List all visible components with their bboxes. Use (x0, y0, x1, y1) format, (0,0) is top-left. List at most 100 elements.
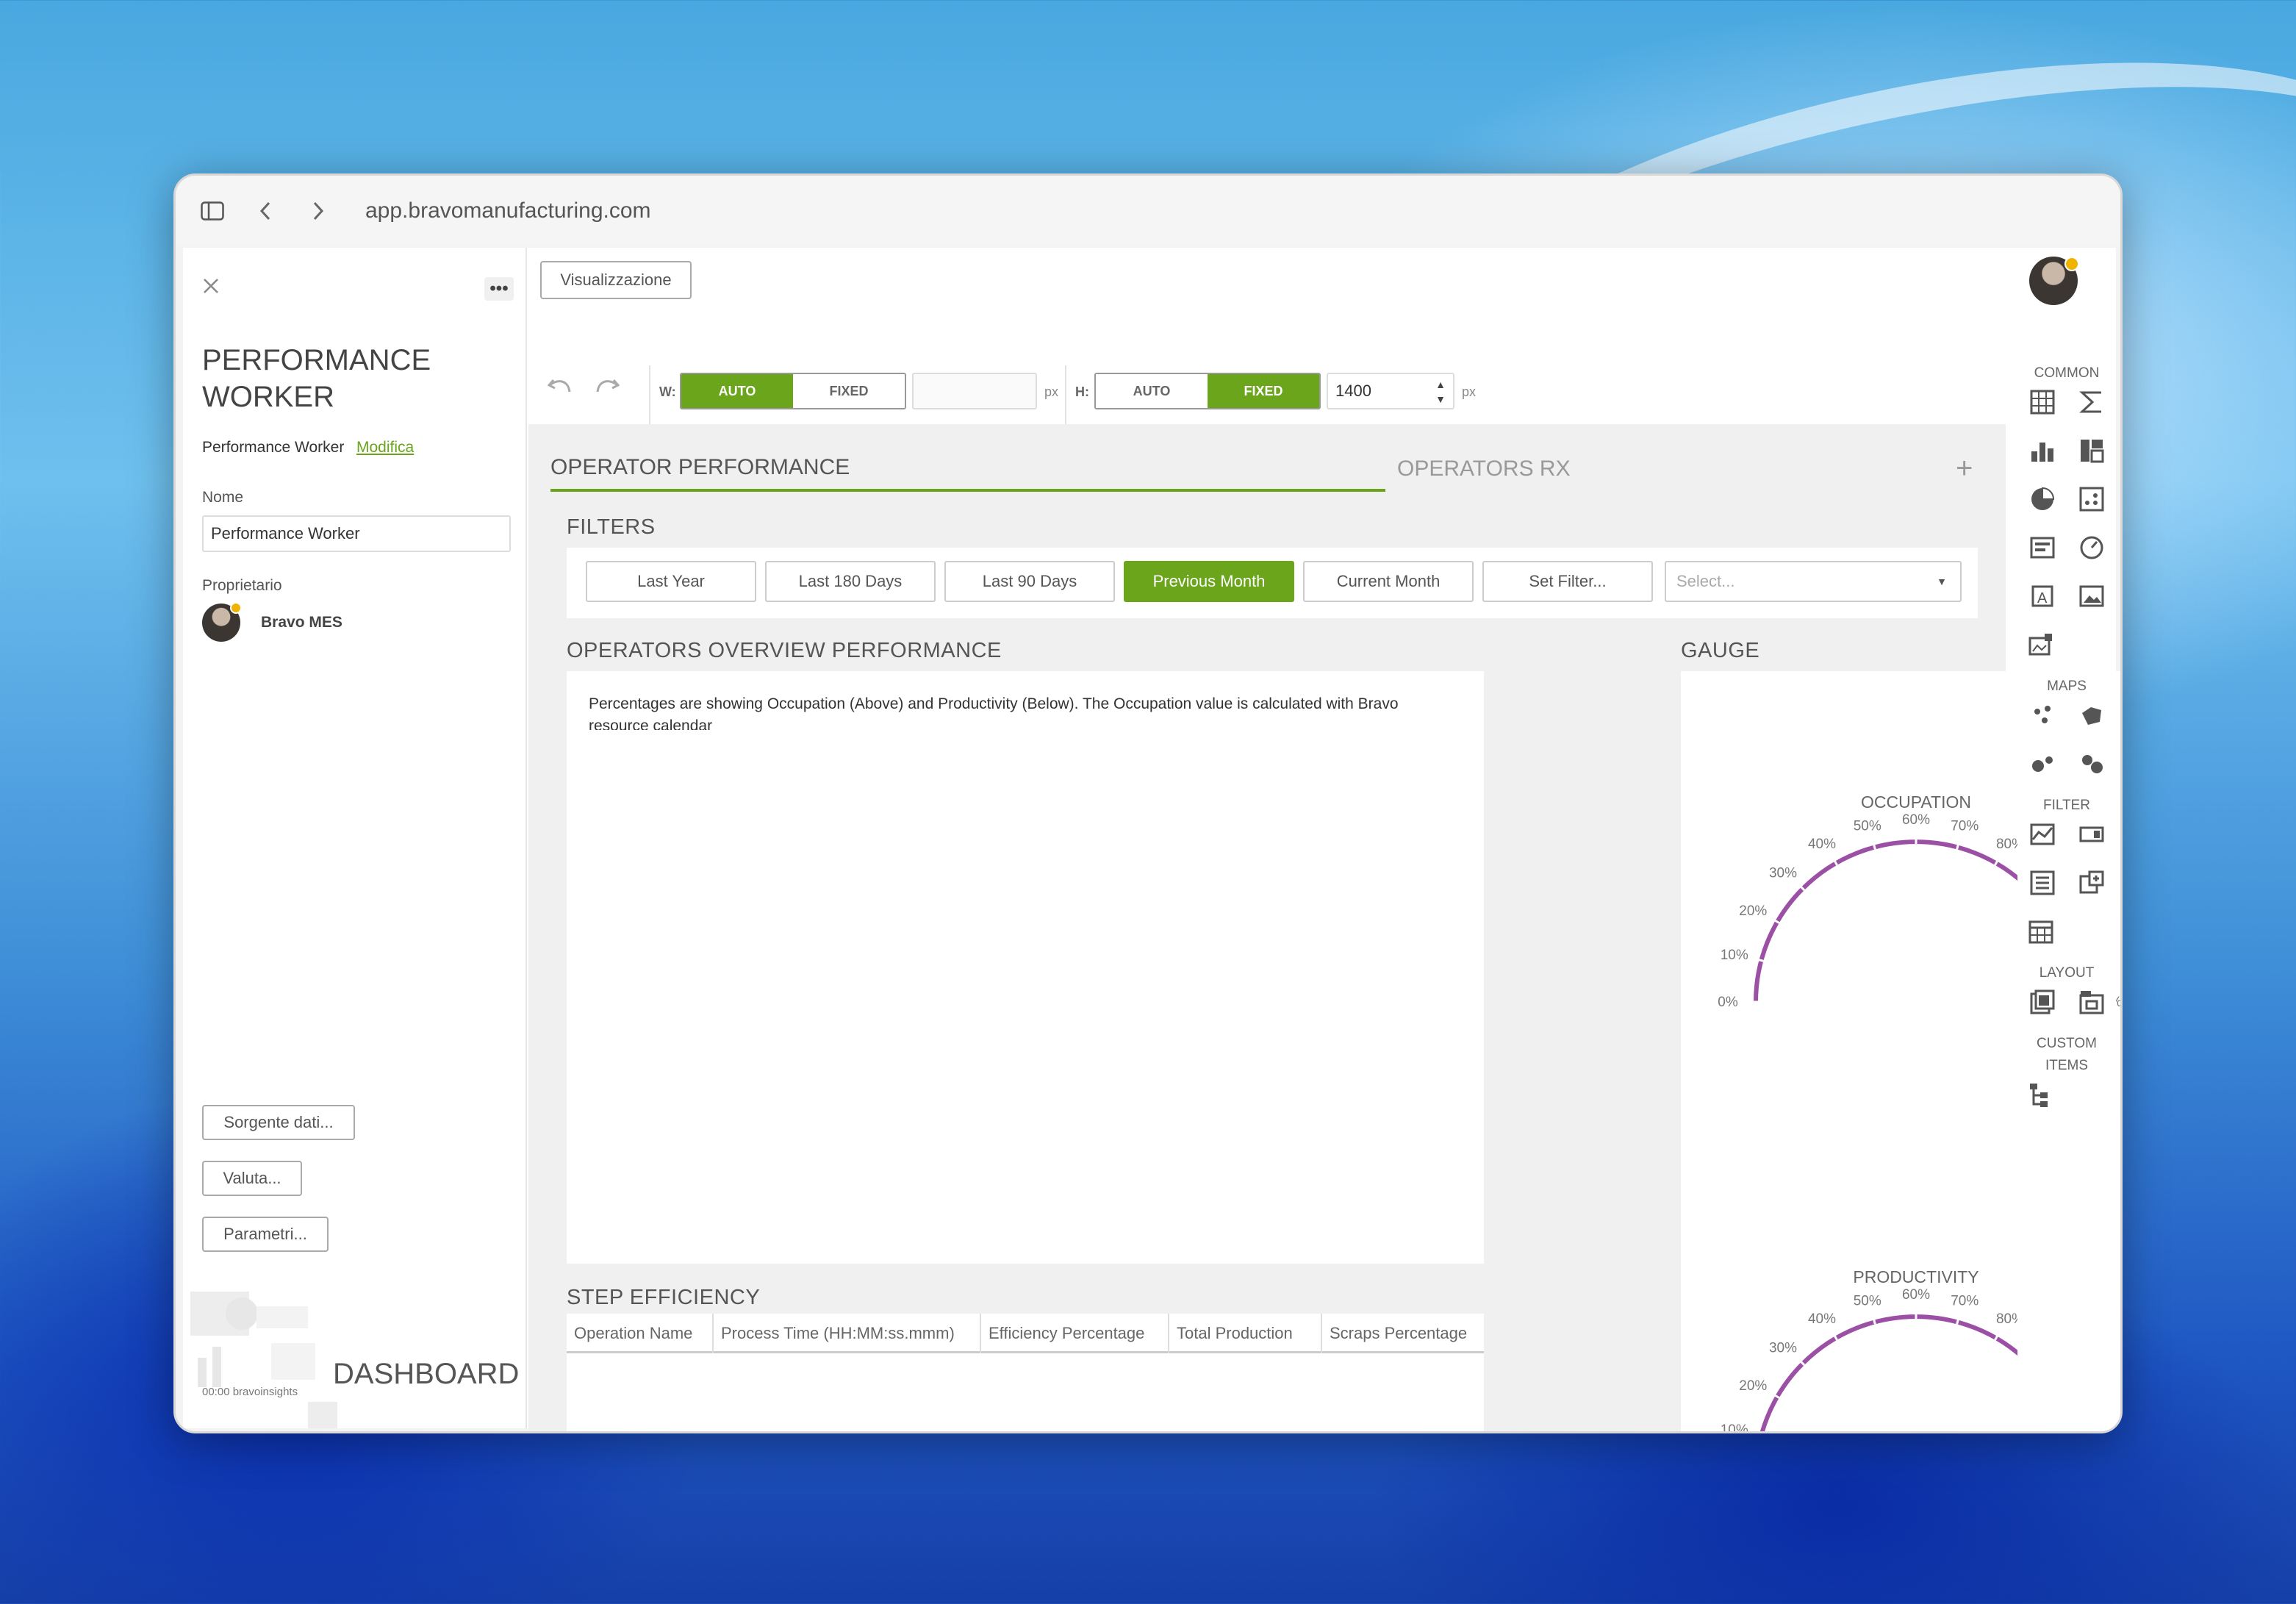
height-input[interactable]: 1400 ▲ ▼ (1327, 373, 1454, 409)
filter-set-filter[interactable]: Set Filter... (1482, 561, 1653, 602)
productivity-gauge-tick-label-6: 60% (1902, 1287, 1930, 1303)
filter-last-180-days[interactable]: Last 180 Days (765, 561, 936, 602)
dashboard-subtitle: Performance Worker (202, 439, 345, 456)
height-auto-option[interactable]: AUTO (1096, 374, 1208, 408)
bubble-map-icon[interactable] (2028, 749, 2057, 778)
height-fixed-option[interactable]: FIXED (1208, 374, 1319, 408)
toolbar-divider (649, 365, 650, 424)
dashboard-canvas: OPERATOR PERFORMANCE OPERATORS RX + FILT… (528, 424, 2120, 1431)
tab-container-icon[interactable] (2077, 987, 2106, 1017)
column-operation-name[interactable]: Operation Name (567, 1314, 714, 1353)
owner-name: Bravo MES (261, 614, 342, 631)
undo-icon[interactable] (547, 376, 573, 400)
treemap-icon[interactable] (2077, 436, 2106, 465)
productivity-gauge-title: PRODUCTIVITY (1853, 1267, 1978, 1286)
dashboard-title: PERFORMANCE WORKER (202, 342, 431, 415)
properties-panel: ••• PERFORMANCE WORKER Performance Worke… (183, 248, 527, 1428)
column-efficiency[interactable]: Efficiency Percentage (981, 1314, 1169, 1353)
datasource-button[interactable]: Sorgente dati... (202, 1105, 355, 1140)
step-efficiency-title: STEP EFFICIENCY (567, 1286, 761, 1309)
list-box-icon[interactable] (2028, 868, 2057, 898)
filter-current-month[interactable]: Current Month (1303, 561, 1474, 602)
owner-label: Proprietario (202, 577, 282, 594)
text-box-icon[interactable]: A (2028, 581, 2057, 611)
edit-link[interactable]: Modifica (356, 439, 414, 457)
user-badge-icon (2064, 257, 2079, 271)
filter-select-dropdown[interactable]: Select... ▼ (1665, 561, 1962, 602)
occupation-gauge-tick-5 (1872, 843, 1876, 850)
occupation-gauge-tick-label-4: 40% (1808, 837, 1836, 852)
image-icon[interactable] (2077, 581, 2106, 611)
filter-last-90-days[interactable]: Last 90 Days (944, 561, 1115, 602)
back-icon[interactable] (251, 196, 280, 226)
select-placeholder: Select... (1676, 572, 1735, 590)
combo-box-icon[interactable] (2077, 820, 2106, 849)
group-container-icon[interactable] (2028, 987, 2057, 1017)
date-filter-icon[interactable] (2026, 917, 2056, 946)
close-icon[interactable] (202, 277, 220, 298)
sidebar-toggle-icon[interactable] (198, 196, 227, 226)
evaluate-button[interactable]: Valuta... (202, 1161, 302, 1196)
overview-title: OPERATORS OVERVIEW PERFORMANCE (567, 639, 1002, 662)
gauge-icon[interactable] (2077, 533, 2106, 562)
range-filter-icon[interactable] (2028, 820, 2057, 849)
overview-note: Percentages are showing Occupation (Abov… (589, 693, 1471, 730)
forward-icon[interactable] (304, 196, 333, 226)
name-field[interactable]: Performance Worker (202, 515, 511, 552)
view-mode-button[interactable]: Visualizzazione (540, 261, 692, 299)
app-area: ••• PERFORMANCE WORKER Performance Worke… (183, 248, 2120, 1431)
parameters-button[interactable]: Parametri... (202, 1217, 329, 1252)
occupation-gauge-tick-label-6: 60% (1902, 812, 1930, 828)
address-bar[interactable]: app.bravomanufacturing.com (365, 198, 651, 223)
geo-point-map-icon[interactable] (2028, 701, 2057, 730)
hierarchy-icon[interactable] (2026, 1080, 2056, 1109)
overview-note-line-2: resource calendar (589, 717, 713, 730)
occupation-gauge-tick-7 (1956, 843, 1960, 850)
scatter-icon[interactable] (2077, 484, 2106, 514)
title-line-1: PERFORMANCE (202, 344, 431, 376)
gauge-title: GAUGE (1681, 639, 1760, 662)
width-input[interactable] (912, 373, 1037, 409)
title-line-2: WORKER (202, 381, 334, 413)
height-label: H: (1075, 384, 1089, 399)
group-filter: FILTER (2042, 798, 2091, 813)
productivity-gauge-tick-5 (1872, 1318, 1876, 1325)
bound-image-icon[interactable] (2026, 630, 2056, 659)
overview-panel: Percentages are showing Occupation (Abov… (567, 671, 1484, 1264)
pie-chart-icon[interactable] (2028, 484, 2057, 514)
group-custom-line-2: ITEMS (2045, 1058, 2089, 1073)
column-total-production[interactable]: Total Production (1169, 1314, 1322, 1353)
browser-window: app.bravomanufacturing.com ••• PERFORMAN… (173, 173, 2123, 1433)
tab-operator-performance[interactable]: OPERATOR PERFORMANCE (550, 455, 850, 480)
column-scraps[interactable]: Scraps Percentage (1322, 1314, 1484, 1353)
pie-map-icon[interactable] (2077, 749, 2106, 778)
filter-last-year[interactable]: Last Year (586, 561, 756, 602)
height-stepper-icon[interactable]: ▲ ▼ (1435, 377, 1446, 407)
width-auto-option[interactable]: AUTO (681, 374, 793, 408)
card-icon[interactable] (2028, 533, 2057, 562)
chevron-down-icon: ▼ (1937, 576, 1947, 587)
width-label: W: (659, 384, 676, 399)
table-header: Operation Name Process Time (HH:MM:ss.mm… (567, 1314, 1484, 1353)
productivity-gauge-tick-label-5: 50% (1854, 1293, 1881, 1308)
svg-text:A: A (2037, 590, 2048, 606)
active-tab-underline (550, 489, 1385, 492)
grid-icon[interactable] (2028, 387, 2057, 417)
redo-icon[interactable] (595, 376, 620, 400)
brand-caption: 00:00 bravoinsights (202, 1386, 298, 1398)
step-efficiency-table: Operation Name Process Time (HH:MM:ss.mm… (567, 1314, 1484, 1431)
sigma-icon[interactable] (2077, 387, 2106, 417)
bar-chart-icon[interactable] (2028, 436, 2057, 465)
filter-previous-month[interactable]: Previous Month (1124, 561, 1294, 602)
tab-operators-rx[interactable]: OPERATORS RX (1397, 457, 1571, 481)
width-fixed-option[interactable]: FIXED (793, 374, 905, 408)
tree-view-icon[interactable] (2077, 868, 2106, 898)
more-options-icon[interactable]: ••• (484, 277, 514, 301)
choropleth-map-icon[interactable] (2077, 701, 2106, 730)
name-label: Nome (202, 489, 244, 506)
add-tab-icon[interactable]: + (1956, 452, 1973, 485)
browser-toolbar: app.bravomanufacturing.com (176, 176, 2120, 246)
column-process-time[interactable]: Process Time (HH:MM:ss.mmm) (714, 1314, 981, 1353)
group-custom-line-1: CUSTOM (2037, 1036, 2097, 1051)
dashboard-watermark-illustration (183, 1277, 359, 1428)
